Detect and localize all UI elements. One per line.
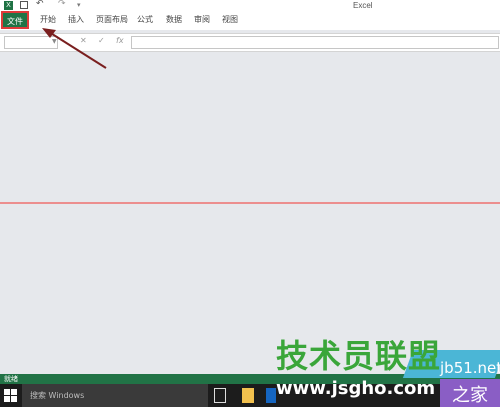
outlook-icon[interactable] <box>266 388 276 403</box>
insert-function-icon[interactable]: fx <box>116 36 124 45</box>
chevron-down-icon[interactable]: ▼ <box>52 38 57 45</box>
cancel-icon[interactable]: ✕ <box>80 36 87 45</box>
watermark-side-top: jb51.net <box>440 359 500 377</box>
enter-icon[interactable]: ✓ <box>98 36 105 45</box>
excel-logo-icon: X <box>4 1 13 10</box>
tab-formulas[interactable]: 公式 <box>137 14 153 25</box>
window-title: Excel <box>353 1 373 10</box>
taskbar-search-box[interactable]: 搜索 Windows <box>22 384 208 407</box>
redo-icon[interactable]: ↷ <box>58 0 66 9</box>
watermark-site: www.jsgho.com <box>276 378 436 399</box>
tab-data[interactable]: 数据 <box>166 14 182 25</box>
task-view-icon[interactable] <box>214 388 226 403</box>
file-explorer-icon[interactable] <box>242 388 254 403</box>
tab-review[interactable]: 审阅 <box>194 14 210 25</box>
customize-quick-access-icon[interactable]: ▾ <box>77 1 81 9</box>
status-text: 就绪 <box>4 375 18 383</box>
tab-home[interactable]: 开始 <box>40 14 56 25</box>
formula-bar: ▼ ✕ ✓ fx <box>0 33 500 52</box>
ribbon-tabs: 开始 插入 页面布局 公式 数据 审阅 视图 <box>0 11 500 30</box>
tab-view[interactable]: 视图 <box>222 14 238 25</box>
tab-page-layout[interactable]: 页面布局 <box>96 14 128 25</box>
divider-line <box>0 202 500 204</box>
title-bar: X ↶ ↷ ▾ Excel <box>0 0 500 11</box>
windows-start-icon[interactable] <box>4 389 18 402</box>
watermark-side-bottom: 之家 <box>452 385 488 406</box>
name-box[interactable]: ▼ <box>4 36 58 49</box>
formula-input[interactable] <box>131 36 499 49</box>
watermark-brand: 技术员联盟 <box>276 337 442 375</box>
undo-icon[interactable]: ↶ <box>36 0 44 9</box>
save-icon[interactable] <box>20 1 28 9</box>
search-placeholder: 搜索 Windows <box>30 391 85 400</box>
tab-file[interactable]: 文件 <box>1 11 29 29</box>
tab-insert[interactable]: 插入 <box>68 14 84 25</box>
